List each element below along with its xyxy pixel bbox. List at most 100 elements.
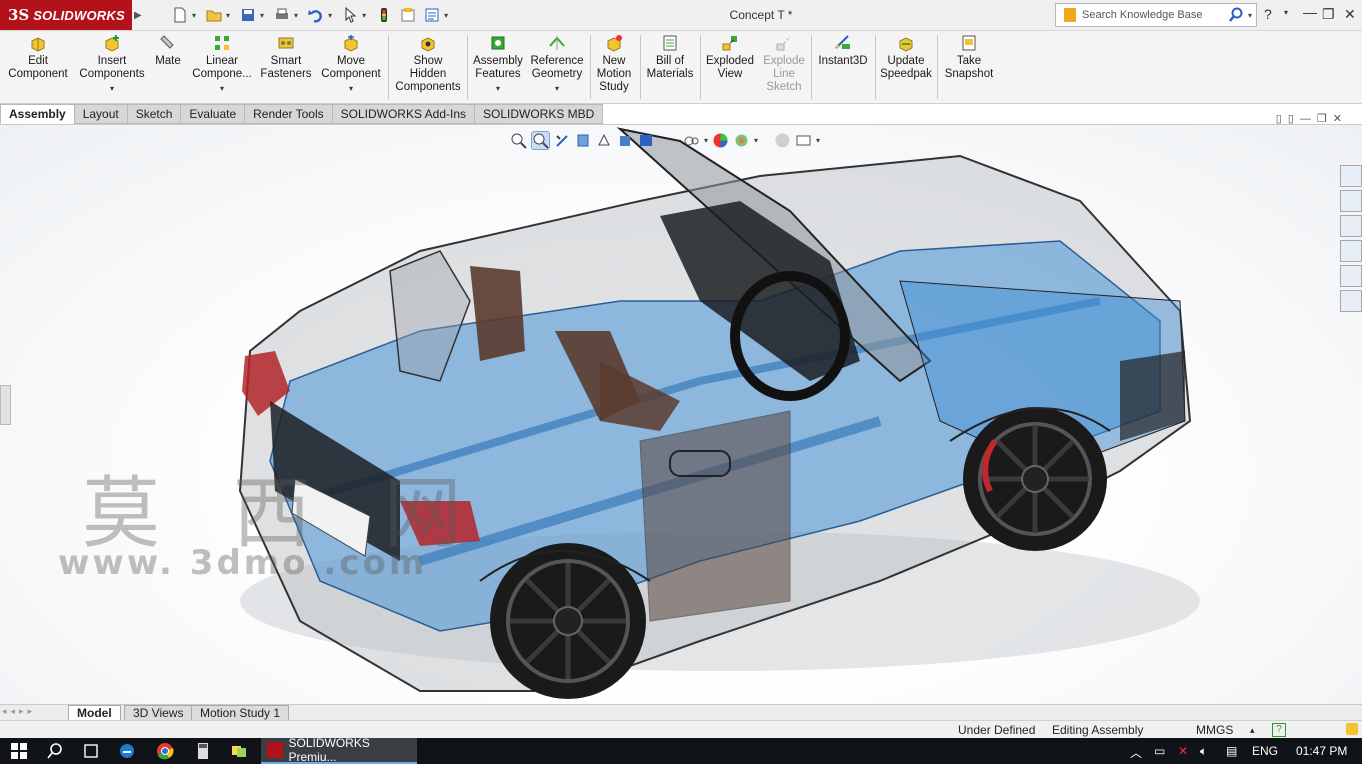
notification-icon[interactable]	[1346, 723, 1358, 735]
help-dropdown-icon[interactable]: ▾	[1284, 8, 1288, 17]
reference-geometry-button[interactable]: Reference Geometry ▾	[528, 34, 586, 95]
tray-overflow-icon[interactable]: ︿	[1130, 744, 1142, 761]
assembly-features-dropdown-icon[interactable]: ▾	[496, 82, 500, 95]
windows-taskbar: SOLIDWORKS Premiu... ︿ ▭ ✕ 🔈︎ ▤ ENG 01:4…	[0, 736, 1362, 764]
feature-manager-expand-handle[interactable]	[0, 385, 11, 425]
explode-line-sketch-button[interactable]: Explode Line Sketch	[760, 34, 808, 94]
edit-component-button[interactable]: Edit Component	[8, 34, 68, 81]
update-speedpak-button[interactable]: Update Speedpak	[878, 34, 934, 81]
exploded-view-button[interactable]: Exploded View	[703, 34, 757, 81]
apply-scene-icon[interactable]	[733, 132, 750, 149]
search-icon[interactable]	[1228, 7, 1244, 23]
tile-horizontal-icon[interactable]: ▯	[1276, 113, 1288, 125]
graphics-area[interactable]: 莫 西 网 www. 3dmo .com Y Z X	[0, 124, 1362, 705]
hide-show-dropdown-icon[interactable]: ▾	[704, 136, 708, 145]
tab-layout[interactable]: Layout	[73, 104, 128, 124]
file-explorer-icon[interactable]	[1340, 215, 1362, 237]
move-component-button[interactable]: Move Component ▾	[318, 34, 384, 95]
view-settings-icon[interactable]	[774, 132, 791, 149]
search-taskbar-icon[interactable]	[46, 742, 64, 760]
assembly-features-button[interactable]: Assembly Features ▾	[470, 34, 526, 95]
restore-icon[interactable]: ❐	[1322, 6, 1335, 23]
tab-solidworks-mbd[interactable]: SOLIDWORKS MBD	[474, 104, 604, 124]
car-assembly-model[interactable]	[0, 125, 1362, 705]
scene-dropdown-icon[interactable]: ▾	[754, 136, 758, 145]
battery-icon[interactable]: ▭	[1154, 744, 1165, 758]
display-style-icon[interactable]	[638, 132, 655, 149]
tab-motion-study-1[interactable]: Motion Study 1	[191, 705, 290, 721]
tab-scroll-arrows-icon[interactable]: ◂◂▸▸	[2, 706, 36, 717]
clock[interactable]: 01:47 PM	[1296, 744, 1347, 758]
close-icon[interactable]: ✕	[1344, 6, 1356, 23]
edit-appearance-icon[interactable]	[712, 132, 729, 149]
search-input[interactable]: Search Knowledge Base	[1082, 9, 1228, 21]
tab-evaluate[interactable]: Evaluate	[180, 104, 246, 124]
zoom-to-area-icon[interactable]	[531, 131, 550, 150]
search-knowledge-base[interactable]: Search Knowledge Base ▾	[1055, 3, 1257, 27]
view-orientation-icon[interactable]	[617, 132, 634, 149]
doc-minimize-icon[interactable]: —	[1300, 113, 1317, 125]
mate-button[interactable]: Mate	[152, 34, 184, 68]
smart-fasteners-button[interactable]: Smart Fasteners	[258, 34, 314, 81]
take-snapshot-label: Take	[956, 55, 982, 67]
task-pane-tabs	[1340, 165, 1362, 315]
tab-solidworks-add-ins[interactable]: SOLIDWORKS Add-Ins	[331, 104, 475, 124]
design-library-icon[interactable]	[1340, 190, 1362, 212]
dynamic-annotation-icon[interactable]	[596, 132, 613, 149]
network-icon[interactable]: ✕	[1178, 744, 1188, 758]
new-motion-study-button[interactable]: New Motion Study	[592, 34, 636, 94]
doc-restore-icon[interactable]: ❐	[1317, 113, 1333, 125]
bill-of-materials-button[interactable]: Bill of Materials	[643, 34, 697, 81]
unit-system[interactable]: MMGS	[1196, 721, 1233, 739]
solidworks-resources-icon[interactable]	[1340, 165, 1362, 187]
assembly-features-icon	[491, 36, 505, 50]
explode-line-sketch-icon	[776, 36, 791, 51]
tab-3d-views[interactable]: 3D Views	[124, 705, 193, 721]
mate-label: Mate	[155, 55, 181, 67]
taskbar-solidworks-app[interactable]: SOLIDWORKS Premiu...	[261, 736, 417, 764]
ribbon-separator	[937, 35, 938, 99]
unit-dropdown-icon[interactable]: ▴	[1250, 721, 1255, 739]
tab-model[interactable]: Model	[68, 705, 121, 721]
minimize-icon[interactable]: —	[1303, 4, 1317, 20]
explode-line-sketch-label: Explode	[763, 55, 805, 67]
help-status-icon[interactable]: ?	[1272, 723, 1286, 737]
language-indicator[interactable]: ENG	[1252, 744, 1278, 758]
display-pane-icon[interactable]	[795, 132, 812, 149]
command-tabs: Assembly Layout Sketch Evaluate Render T…	[0, 104, 604, 124]
tab-sketch[interactable]: Sketch	[126, 104, 182, 124]
custom-properties-icon[interactable]	[1340, 290, 1362, 312]
view-palette-icon[interactable]	[1340, 240, 1362, 262]
show-hidden-components-button[interactable]: Show Hidden Components	[392, 34, 464, 94]
search-dropdown-icon[interactable]: ▾	[1248, 11, 1252, 20]
appearances-scenes-icon[interactable]	[1340, 265, 1362, 287]
windows-start-icon[interactable]	[10, 742, 28, 760]
display-pane-dropdown-icon[interactable]: ▾	[816, 136, 820, 145]
chrome-browser-icon[interactable]	[156, 742, 174, 760]
action-center-icon[interactable]: ▤	[1226, 744, 1237, 758]
previous-view-icon[interactable]	[554, 132, 571, 149]
tab-assembly[interactable]: Assembly	[0, 104, 75, 124]
volume-icon[interactable]: 🔈︎	[1200, 744, 1207, 759]
calculator-icon[interactable]	[194, 742, 212, 760]
hide-show-items-icon[interactable]	[683, 132, 700, 149]
edge-browser-icon[interactable]	[118, 742, 136, 760]
move-component-dropdown-icon[interactable]: ▾	[349, 82, 353, 95]
take-snapshot-icon	[962, 35, 976, 51]
take-snapshot-button[interactable]: Take Snapshot	[940, 34, 998, 81]
task-view-icon[interactable]	[82, 742, 100, 760]
tile-vertical-icon[interactable]: ▯	[1288, 113, 1300, 125]
insert-components-dropdown-icon[interactable]: ▾	[110, 82, 114, 95]
insert-components-button[interactable]: Insert Components ▾	[78, 34, 146, 95]
zoom-to-fit-icon[interactable]	[510, 132, 527, 149]
help-icon[interactable]: ?	[1264, 6, 1272, 22]
doc-close-icon[interactable]: ✕	[1333, 113, 1348, 125]
linear-component-pattern-button[interactable]: Linear Compone... ▾	[188, 34, 256, 95]
linear-pattern-dropdown-icon[interactable]: ▾	[220, 82, 224, 95]
sticky-notes-icon[interactable]	[230, 742, 248, 760]
section-view-icon[interactable]	[575, 132, 592, 149]
insert-components-icon	[105, 35, 119, 52]
reference-geometry-dropdown-icon[interactable]: ▾	[555, 82, 559, 95]
tab-render-tools[interactable]: Render Tools	[244, 104, 333, 124]
instant3d-button[interactable]: Instant3D	[814, 34, 872, 68]
